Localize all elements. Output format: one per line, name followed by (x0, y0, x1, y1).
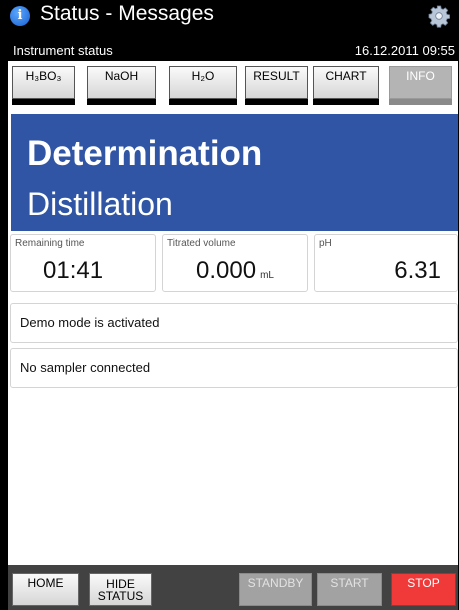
main-content: Determination Distillation Remaining tim… (8, 105, 458, 565)
tab-bar: H₃BO₃ NaOH H₂O RESULT CHART INFO (8, 61, 458, 105)
tab-h3bo3[interactable]: H₃BO₃ (12, 66, 75, 105)
page-title: Status - Messages (40, 2, 214, 25)
remaining-time-label: Remaining time (15, 238, 85, 249)
header-bar: i Status - Messages Instrument status 16… (0, 0, 459, 61)
banner-determination: Determination (27, 134, 263, 173)
footer-bar: HOME HIDE STATUS STANDBY START STOP (8, 565, 458, 610)
titrated-volume-label: Titrated volume (167, 238, 236, 249)
titrated-volume-unit: mL (260, 270, 274, 281)
stop-button[interactable]: STOP (391, 573, 456, 606)
ph-label: pH (319, 238, 332, 249)
info-icon: i (10, 6, 30, 26)
message-demo-mode: Demo mode is activated (10, 303, 458, 343)
tab-naoh[interactable]: NaOH (87, 66, 156, 105)
ph-value: 6.31 (394, 257, 441, 284)
subtitle-instrument-status: Instrument status (13, 43, 113, 58)
start-button[interactable]: START (317, 573, 382, 606)
tab-info[interactable]: INFO (389, 66, 452, 105)
message-no-sampler: No sampler connected (10, 348, 458, 388)
status-banner: Determination Distillation (11, 114, 458, 231)
titrated-volume-value: 0.000 (196, 257, 257, 284)
tab-result[interactable]: RESULT (245, 66, 308, 105)
titrated-volume-panel: Titrated volume 0.000 mL (162, 234, 308, 292)
home-button[interactable]: HOME (12, 573, 79, 606)
datetime-display: 16.12.2011 09:55 (354, 43, 455, 58)
hide-status-label-line2: STATUS (97, 589, 144, 603)
remaining-time-value: 01:41 (43, 257, 104, 284)
gear-icon[interactable] (427, 4, 451, 28)
banner-distillation: Distillation (27, 186, 173, 222)
remaining-time-panel: Remaining time 01:41 (10, 234, 156, 292)
ph-panel: pH 6.31 (314, 234, 458, 292)
tab-chart[interactable]: CHART (313, 66, 379, 105)
tab-h2o[interactable]: H₂O (169, 66, 237, 105)
standby-button[interactable]: STANDBY (239, 573, 312, 606)
hide-status-button[interactable]: HIDE STATUS (89, 573, 152, 606)
